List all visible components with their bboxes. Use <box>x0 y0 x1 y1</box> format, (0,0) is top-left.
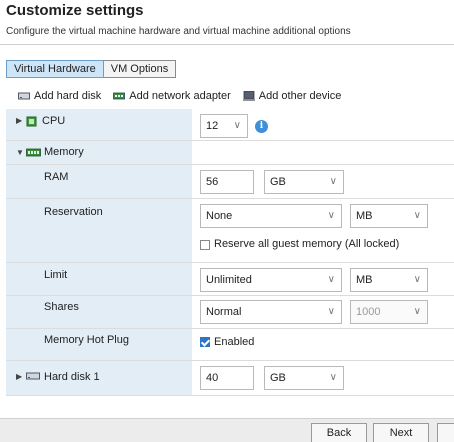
chevron-down-icon: ∨ <box>327 274 335 285</box>
hard-disk-unit-select[interactable]: GB ∨ <box>264 366 344 390</box>
shares-row: Shares Normal ∨ 1000 ∨ <box>6 296 454 329</box>
chevron-down-icon: ∨ <box>413 306 421 317</box>
reservation-value: None <box>206 210 233 222</box>
add-network-adapter-label: Add network adapter <box>129 90 231 102</box>
reservation-unit-value: MB <box>356 210 373 222</box>
reserve-all-label: Reserve all guest memory (All locked) <box>214 238 400 250</box>
tab-bar: Virtual Hardware VM Options <box>6 60 177 78</box>
add-hard-disk-label: Add hard disk <box>34 90 102 102</box>
chevron-down-icon: ∨ <box>327 210 335 221</box>
wizard-footer: Back Next <box>0 418 454 442</box>
finish-button-partial[interactable] <box>437 423 454 442</box>
memory-icon <box>26 148 41 157</box>
memory-row: ▼ Memory <box>6 141 454 165</box>
hot-plug-enabled-label: Enabled <box>214 336 255 348</box>
other-device-icon <box>242 91 255 101</box>
cpu-row: ▶ CPU 12 ∨ i <box>6 109 454 141</box>
chevron-down-icon: ∨ <box>329 372 337 383</box>
shares-number-value: 1000 <box>356 306 381 318</box>
device-toolbar: Add hard disk Add network adapter Add ot… <box>18 90 341 102</box>
ram-label: RAM <box>44 171 69 183</box>
memory-label: Memory <box>44 146 84 158</box>
hot-plug-row: Memory Hot Plug Enabled <box>6 329 454 361</box>
reservation-unit-select[interactable]: MB ∨ <box>350 204 428 228</box>
hot-plug-checkbox[interactable] <box>200 337 210 347</box>
info-icon[interactable]: i <box>255 120 268 133</box>
page-title: Customize settings <box>6 2 144 19</box>
reservation-select[interactable]: None ∨ <box>200 204 342 228</box>
hard-disk-icon <box>26 372 40 380</box>
tab-vm-options[interactable]: VM Options <box>103 60 177 78</box>
tab-virtual-hardware[interactable]: Virtual Hardware <box>6 60 104 78</box>
add-hard-disk-button[interactable]: Add hard disk <box>18 90 101 102</box>
add-other-device-button[interactable]: Add other device <box>242 90 342 102</box>
hot-plug-label: Memory Hot Plug <box>44 334 129 346</box>
hard-disk-icon <box>18 92 30 100</box>
limit-unit-value: MB <box>356 274 373 286</box>
limit-value: Unlimited <box>206 274 252 286</box>
add-network-adapter-button[interactable]: Add network adapter <box>113 90 231 102</box>
hard-disk-size-input[interactable]: 40 <box>200 366 254 390</box>
chevron-down-icon: ∨ <box>413 210 421 221</box>
chevron-down-icon: ∨ <box>327 306 335 317</box>
ram-unit-select[interactable]: GB ∨ <box>264 170 344 194</box>
reservation-label: Reservation <box>44 206 103 218</box>
reservation-row: Reservation None ∨ MB ∨ Reserve all gues… <box>6 199 454 263</box>
cpu-value: 12 <box>206 120 219 132</box>
hard-disk-unit-value: GB <box>270 372 286 384</box>
shares-label: Shares <box>44 301 79 313</box>
hard-disk-row: ▶ Hard disk 1 40 GB ∨ <box>6 361 454 396</box>
add-other-device-label: Add other device <box>258 90 342 102</box>
cpu-icon <box>26 116 37 127</box>
limit-unit-select[interactable]: MB ∨ <box>350 268 428 292</box>
back-button[interactable]: Back <box>311 423 367 442</box>
shares-value: Normal <box>206 306 242 318</box>
chevron-down-icon: ∨ <box>233 120 241 131</box>
cpu-label: CPU <box>42 115 66 127</box>
divider <box>0 44 454 45</box>
expand-caret-icon[interactable]: ▶ <box>16 116 22 125</box>
limit-select[interactable]: Unlimited ∨ <box>200 268 342 292</box>
ram-unit-value: GB <box>270 176 286 188</box>
limit-label: Limit <box>44 269 68 281</box>
hardware-grid: ▶ CPU 12 ∨ i ▼ Memory RAM 56 GB ∨ Reserv… <box>6 109 454 396</box>
shares-select[interactable]: Normal ∨ <box>200 300 342 324</box>
chevron-down-icon: ∨ <box>413 274 421 285</box>
expand-caret-icon[interactable]: ▶ <box>16 372 22 381</box>
cpu-select[interactable]: 12 ∨ <box>200 114 248 138</box>
hard-disk-label: Hard disk 1 <box>44 371 100 383</box>
reserve-all-checkbox[interactable] <box>200 240 210 250</box>
shares-number-select: 1000 ∨ <box>350 300 428 324</box>
page-subtitle: Configure the virtual machine hardware a… <box>6 26 351 37</box>
ram-row: RAM 56 GB ∨ <box>6 165 454 199</box>
network-adapter-icon <box>113 92 126 100</box>
collapse-caret-icon[interactable]: ▼ <box>16 148 24 157</box>
limit-row: Limit Unlimited ∨ MB ∨ <box>6 263 454 296</box>
ram-input[interactable]: 56 <box>200 170 254 194</box>
next-button[interactable]: Next <box>373 423 429 442</box>
chevron-down-icon: ∨ <box>329 176 337 187</box>
